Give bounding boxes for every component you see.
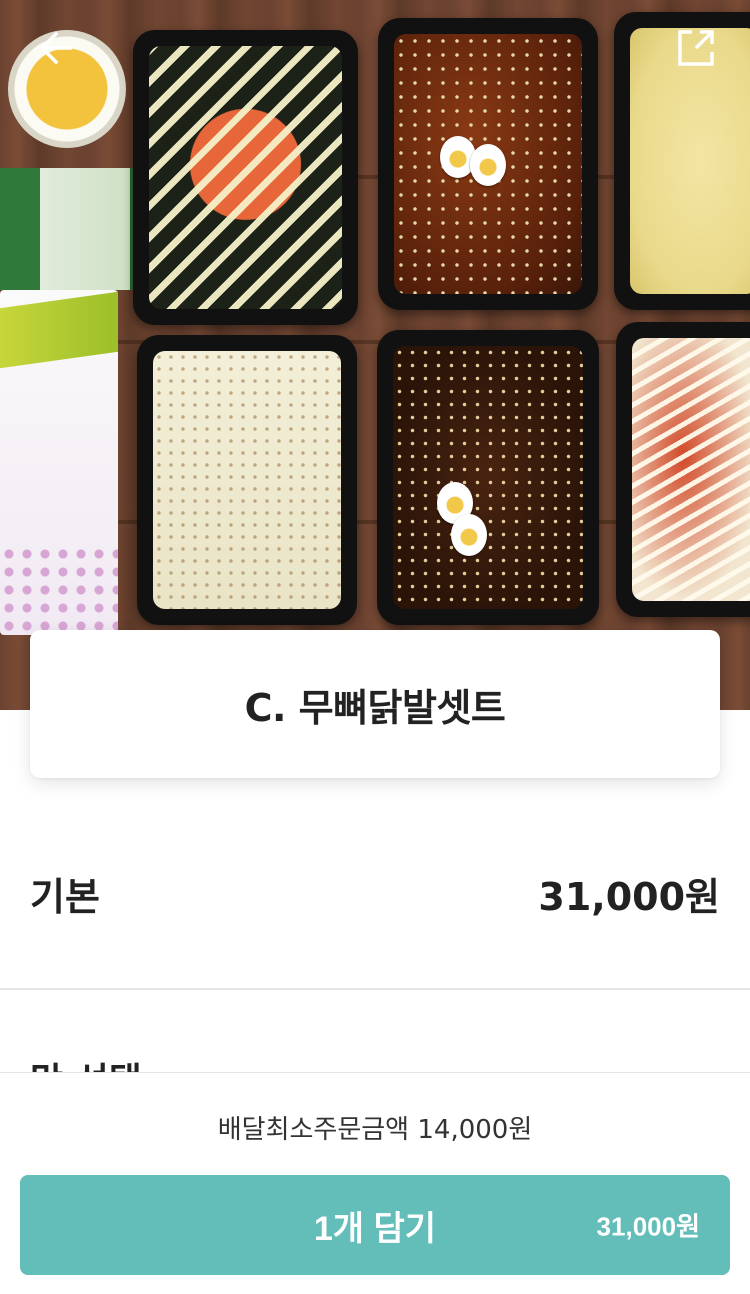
add-to-cart-price: 31,000원 — [596, 1211, 700, 1242]
external-link-icon — [678, 30, 714, 66]
tray-seaweed-rice — [133, 30, 358, 325]
add-to-cart-label: 1개 담기 — [313, 1209, 437, 1248]
section-divider — [0, 988, 750, 990]
tray-cabbage-salad — [616, 322, 750, 617]
arrow-left-icon — [39, 31, 72, 65]
tray-dark-chicken-feet — [377, 330, 599, 625]
base-price-label: 기본 — [30, 874, 100, 919]
seaweed-snack-pack — [0, 168, 136, 290]
base-price-row: 기본 31,000원 — [30, 858, 720, 928]
share-button[interactable] — [672, 24, 720, 72]
tray-spicy-chicken-feet — [378, 18, 598, 310]
add-to-cart-button[interactable]: 1개 담기 31,000원 — [20, 1175, 730, 1275]
product-title-card: C. 무뼈닭발셋트 — [30, 630, 720, 778]
tray-porridge — [137, 335, 357, 625]
base-price-value: 31,000원 — [538, 874, 720, 919]
bottom-order-bar: 배달최소주문금액 14,000원 1개 담기 31,000원 — [0, 1072, 750, 1294]
product-photo — [0, 0, 750, 710]
back-button[interactable] — [30, 24, 78, 72]
drink-carton — [0, 290, 118, 635]
min-order-amount: 배달최소주문금액 14,000원 — [217, 1115, 533, 1145]
product-title: C. 무뼈닭발셋트 — [244, 685, 506, 730]
